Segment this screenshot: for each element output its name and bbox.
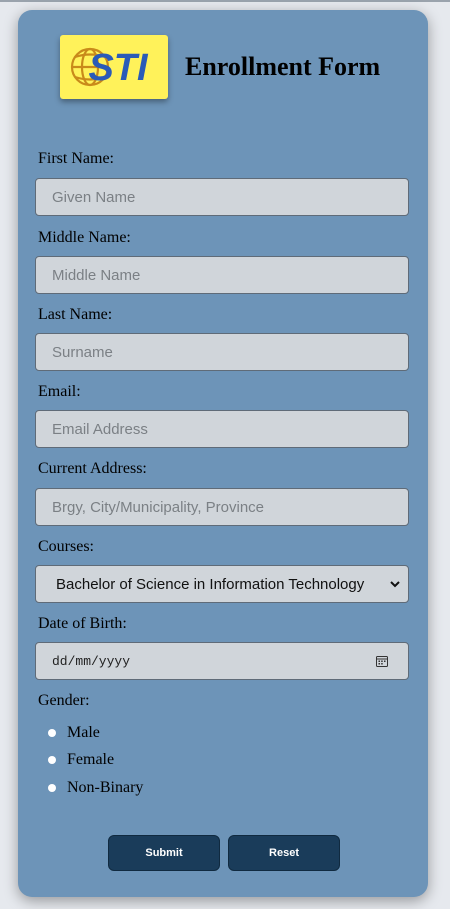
first-name-label: First Name: [38, 150, 114, 167]
gender-option-label: Male [67, 724, 100, 741]
dob-input[interactable]: dd/mm/yyyy [35, 642, 409, 680]
gender-option-label: Non-Binary [67, 779, 144, 796]
first-name-input[interactable] [35, 178, 409, 216]
address-input[interactable] [35, 488, 409, 526]
chevron-down-icon [390, 581, 400, 588]
middle-name-input[interactable] [35, 256, 409, 294]
enrollment-card: STI Enrollment Form First Name: Middle N… [18, 10, 428, 897]
address-label: Current Address: [38, 460, 147, 477]
svg-text:STI: STI [88, 47, 149, 89]
reset-button[interactable]: Reset [228, 835, 340, 871]
gender-option-male[interactable]: Male [48, 724, 100, 742]
gender-option-female[interactable]: Female [48, 751, 114, 769]
globe-icon: STI [70, 47, 149, 89]
courses-selected-value: Bachelor of Science in Information Techn… [56, 575, 365, 593]
email-label: Email: [38, 383, 81, 400]
page-title: Enrollment Form [185, 52, 381, 81]
form-header: STI Enrollment Form [60, 35, 380, 99]
email-input[interactable] [35, 410, 409, 448]
radio-button[interactable] [48, 729, 56, 737]
calendar-icon[interactable] [376, 655, 388, 667]
dob-label: Date of Birth: [38, 615, 127, 632]
last-name-input[interactable] [35, 333, 409, 371]
courses-label: Courses: [38, 538, 94, 555]
courses-select[interactable]: Bachelor of Science in Information Techn… [35, 565, 409, 603]
middle-name-label: Middle Name: [38, 229, 131, 246]
dob-placeholder: dd/mm/yyyy [52, 653, 131, 669]
window-top-border [0, 0, 450, 2]
gender-option-label: Female [67, 751, 115, 768]
radio-button[interactable] [48, 784, 56, 792]
gender-label: Gender: [38, 692, 90, 709]
submit-button[interactable]: Submit [108, 835, 220, 871]
radio-button[interactable] [48, 756, 56, 764]
last-name-label: Last Name: [38, 306, 113, 323]
gender-option-nonbinary[interactable]: Non-Binary [48, 779, 143, 797]
sti-logo: STI [60, 35, 168, 99]
